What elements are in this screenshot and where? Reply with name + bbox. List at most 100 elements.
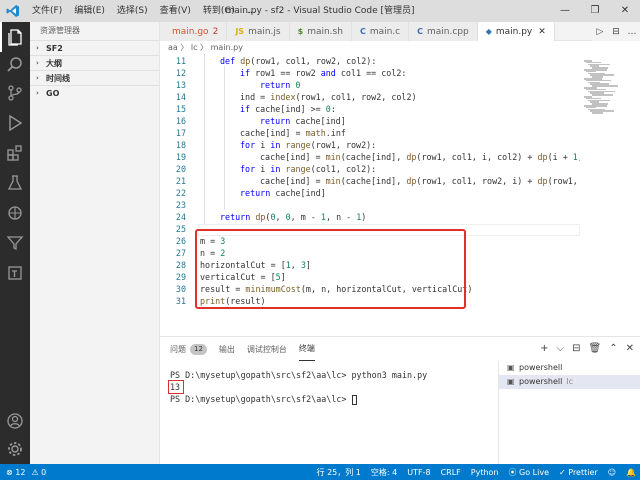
code-line[interactable]: 12 if row1 == row2 and col1 == col2: <box>160 67 580 79</box>
explorer-icon[interactable] <box>0 22 30 52</box>
python-file-icon: ◆ <box>485 27 492 36</box>
c-file-icon: C <box>359 27 366 36</box>
extensions-icon[interactable] <box>0 138 30 168</box>
code-text: cache[ind] = min(cache[ind], dp(row1, co… <box>260 152 580 162</box>
tab-main-go[interactable]: main.go 2 <box>160 22 228 41</box>
split-terminal-icon[interactable]: ⊟ <box>572 343 580 354</box>
tab-main-cpp[interactable]: Cmain.cpp <box>409 22 478 41</box>
code-line[interactable]: 17 cache[ind] = math.inf <box>160 127 580 139</box>
tab-main-sh[interactable]: $ main.sh <box>289 22 352 41</box>
chevron-right-icon: › <box>36 58 39 67</box>
testing-flask-icon[interactable] <box>0 168 30 198</box>
more-actions-icon[interactable]: … <box>624 27 640 37</box>
code-line[interactable]: 20 for i in range(col1, col2): <box>160 163 580 175</box>
activity-bar <box>0 22 30 464</box>
code-text: return dp(0, 0, m - 1, n - 1) <box>220 212 367 222</box>
menu-view[interactable]: 查看(V) <box>154 0 197 22</box>
terminal-item[interactable]: ▣ powershell <box>499 361 640 375</box>
code-line[interactable]: 11 def dp(row1, col1, row2, col2): <box>160 55 580 67</box>
warning-count: ⚠ 0 <box>31 467 47 477</box>
code-line[interactable]: 21 cache[ind] = min(cache[ind], dp(row1, … <box>160 175 580 187</box>
remote-explorer-icon[interactable] <box>0 198 30 228</box>
minimize-button[interactable]: — <box>550 0 580 22</box>
sidebar-section-timeline[interactable]: › 时间线 <box>30 70 159 85</box>
indentation[interactable]: 空格: 4 <box>371 467 397 478</box>
code-line[interactable]: 14 ind = index(row1, col1, row2, col2) <box>160 91 580 103</box>
chevron-right-icon: › <box>36 88 39 97</box>
close-tab-icon[interactable]: ✕ <box>538 27 546 37</box>
maximize-button[interactable]: ❐ <box>580 0 610 22</box>
menu-go[interactable]: 转到(G) <box>197 0 241 22</box>
code-text: if row1 == row2 and col1 == col2: <box>240 68 407 78</box>
terminal-dropdown-icon[interactable]: ⌵ <box>557 343 565 354</box>
split-editor-icon[interactable]: ⊟ <box>608 27 624 37</box>
editor-actions: ▷ ⊟ … <box>592 22 640 41</box>
maximize-panel-icon[interactable]: ⌃ <box>609 343 617 354</box>
code-line[interactable]: 18 for i in range(row1, row2): <box>160 139 580 151</box>
terminal-list: ▣ powershell ▣ powershell lc <box>498 361 640 465</box>
gear-icon[interactable] <box>0 434 30 464</box>
cursor-position[interactable]: 行 25，列 1 <box>317 467 361 478</box>
line-number: 14 <box>175 92 186 102</box>
tab-problems[interactable]: 问题 12 <box>170 337 207 361</box>
tab-output[interactable]: 输出 <box>219 337 235 361</box>
line-number: 12 <box>175 68 186 78</box>
feedback-icon[interactable]: ☺ <box>608 468 616 477</box>
code-text: cache[ind] = math.inf <box>240 128 346 138</box>
minimap[interactable] <box>580 54 640 336</box>
tab-terminal[interactable]: 终端 <box>298 337 315 361</box>
code-line[interactable]: 15 if cache[ind] >= 0: <box>160 103 580 115</box>
menu-more[interactable]: ... <box>241 0 262 22</box>
vscode-window: 文件(F) 编辑(E) 选择(S) 查看(V) 转到(G) ... main.p… <box>0 0 640 480</box>
status-bar: ⊗ 12 ⚠ 0 行 25，列 1 空格: 4 UTF-8 CRLF Pytho… <box>0 464 640 480</box>
source-control-icon[interactable] <box>0 78 30 108</box>
code-line[interactable]: 19 cache[ind] = min(cache[ind], dp(row1, … <box>160 151 580 163</box>
sidebar-section-outline[interactable]: › 大纲 <box>30 55 159 70</box>
sidebar-section-sf2[interactable]: › SF2 <box>30 40 159 55</box>
line-number: 15 <box>175 104 186 114</box>
menu-edit[interactable]: 编辑(E) <box>68 0 111 22</box>
problems-status[interactable]: ⊗ 12 ⚠ 0 <box>0 468 46 477</box>
close-panel-icon[interactable]: ✕ <box>626 343 634 354</box>
sidebar-section-go[interactable]: › GO <box>30 85 159 100</box>
search-icon[interactable] <box>0 50 30 80</box>
tab-debug-console[interactable]: 调试控制台 <box>247 337 287 361</box>
new-terminal-icon[interactable]: + <box>540 343 548 354</box>
line-number: 20 <box>175 164 186 174</box>
code-line[interactable]: 23 <box>160 199 580 211</box>
minimap-line <box>592 94 613 96</box>
code-line[interactable]: 24 return dp(0, 0, m - 1, n - 1) <box>160 211 580 223</box>
tab-main-js[interactable]: JS main.js <box>227 22 290 41</box>
code-text: return 0 <box>260 80 301 90</box>
code-text: def dp(row1, col1, row2, col2): <box>220 56 377 66</box>
typescript-icon[interactable] <box>0 258 30 288</box>
run-file-icon[interactable]: ▷ <box>592 27 608 37</box>
code-line[interactable]: 16 return cache[ind] <box>160 115 580 127</box>
line-ending[interactable]: CRLF <box>441 468 461 477</box>
tab-main-c[interactable]: Cmain.c <box>351 22 410 41</box>
tab-main-py[interactable]: ◆ main.py ✕ <box>477 22 555 41</box>
notifications-icon[interactable]: 🔔 <box>626 468 636 477</box>
trash-icon[interactable]: 🗑 <box>589 343 602 354</box>
filter-icon[interactable] <box>0 228 30 258</box>
code-line[interactable]: 13 return 0 <box>160 79 580 91</box>
language-mode[interactable]: Python <box>471 468 499 477</box>
terminal-item[interactable]: ▣ powershell lc <box>499 375 640 389</box>
editor-tabs: main.go 2 JS main.js $ main.sh Cmain.c Cmai… <box>160 22 640 41</box>
error-count: ⊗ 12 <box>6 467 26 477</box>
terminal-output[interactable]: PS D:\mysetup\gopath\src\sf2\aa\lc> pyth… <box>170 369 490 405</box>
menu-file[interactable]: 文件(F) <box>26 0 68 22</box>
highlight-box-code <box>195 229 466 309</box>
code-line[interactable]: 22 return cache[ind] <box>160 187 580 199</box>
breadcrumb[interactable]: aa 〉 lc 〉 main.py <box>160 41 640 54</box>
menu-selection[interactable]: 选择(S) <box>111 0 154 22</box>
line-number: 18 <box>175 140 186 150</box>
go-live-button[interactable]: ⦿ Go Live <box>509 467 550 478</box>
encoding[interactable]: UTF-8 <box>407 468 430 477</box>
close-button[interactable]: ✕ <box>610 0 640 22</box>
run-debug-icon[interactable] <box>0 108 30 138</box>
terminal-icon: ▣ <box>507 363 515 372</box>
account-icon[interactable] <box>0 406 30 436</box>
highlight-box-output <box>168 380 184 394</box>
prettier-status[interactable]: ✓ Prettier <box>559 468 598 477</box>
